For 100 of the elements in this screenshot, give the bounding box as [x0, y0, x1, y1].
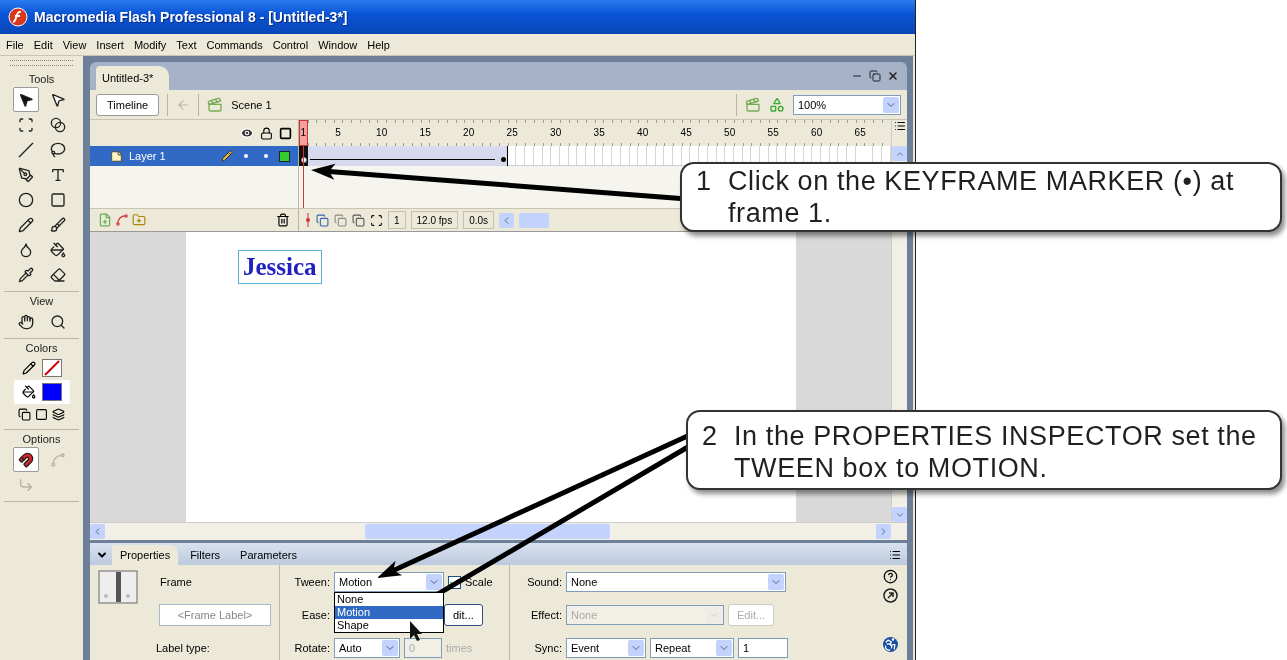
help-icon[interactable] [882, 569, 898, 584]
restore-icon[interactable] [869, 70, 881, 82]
frame-heading: Frame [160, 576, 192, 588]
tween-dropdown[interactable]: Motion [334, 572, 444, 592]
scroll-thumb[interactable] [519, 212, 550, 228]
zoom-icon [49, 313, 66, 330]
sound-dropdown[interactable]: None [566, 572, 786, 592]
window-title: Macromedia Flash Professional 8 - [Untitled-3*] [34, 9, 348, 25]
frame-number: 55 [767, 127, 779, 138]
rectangle-icon [49, 191, 66, 208]
curve-icon [49, 451, 66, 468]
field-label: Ease: [300, 609, 330, 621]
document-tab[interactable]: Untitled-3* [96, 66, 170, 90]
arrow-circle-icon[interactable] [882, 588, 898, 603]
scroll-thumb[interactable] [365, 524, 610, 539]
timeline-button[interactable]: Timeline [96, 93, 160, 116]
frame-number: 40 [637, 127, 649, 138]
menu-item[interactable]: Help [367, 38, 390, 51]
stroke-color-swatch[interactable] [41, 359, 62, 377]
menu-item[interactable]: Edit [33, 38, 53, 51]
panel-menu-icon[interactable] [889, 549, 901, 561]
layer-row[interactable]: Layer 1 [90, 146, 298, 166]
playhead-marker[interactable] [299, 120, 308, 146]
field-label: Sound: [526, 576, 562, 588]
hollow-arrow-icon [49, 91, 66, 108]
pen-icon [17, 166, 34, 183]
stage-text[interactable]: Jessica [238, 250, 322, 284]
menu-item[interactable]: Window [318, 38, 358, 51]
repeat-count-field[interactable]: 1 [738, 638, 788, 658]
panel-tab[interactable]: Parameters [232, 545, 305, 565]
lock-icon[interactable] [260, 126, 273, 140]
frame-number: 35 [593, 127, 605, 138]
add-folder-icon[interactable] [132, 213, 146, 227]
magnet-icon [17, 451, 34, 468]
fill-bucket-icon [21, 385, 36, 399]
no-color-icon[interactable] [35, 408, 48, 421]
menu-item[interactable]: Text [176, 38, 197, 51]
dropdown-option[interactable]: Motion [335, 606, 443, 619]
rotate-dropdown[interactable]: Auto [334, 638, 400, 658]
menu-item[interactable]: File [6, 38, 24, 51]
accessibility-icon[interactable] [882, 637, 898, 652]
app-logo-icon [8, 7, 28, 27]
field-label: Rotate: [293, 642, 330, 654]
panel-tab[interactable]: Properties [112, 545, 179, 565]
motion-tween-span[interactable] [307, 146, 508, 166]
hand-icon [17, 313, 34, 330]
eye-icon[interactable] [240, 126, 254, 140]
panel-tab[interactable]: Filters [182, 545, 229, 565]
panel-grip[interactable] [10, 60, 73, 66]
fill-color-swatch[interactable] [41, 383, 62, 401]
menu-item[interactable]: View [62, 38, 87, 51]
arrow-pointer-icon [17, 91, 34, 108]
frame-number: 1 [300, 127, 307, 138]
layer-icon [110, 149, 123, 163]
panel-section-title: View [29, 294, 54, 309]
unlocked-dot-icon[interactable] [264, 154, 268, 158]
pencil-icon [17, 216, 34, 233]
menu-item[interactable]: Commands [206, 38, 263, 51]
menu-item[interactable]: Insert [96, 38, 124, 51]
outline-icon[interactable] [279, 126, 292, 140]
eraser-icon [49, 266, 66, 283]
default-colors-icon[interactable] [18, 408, 31, 421]
frame-number: 50 [724, 127, 736, 138]
gradient-icon [49, 116, 66, 133]
layer-color-square[interactable] [279, 150, 290, 162]
menu-item[interactable]: Modify [133, 38, 167, 51]
frame-number: 10 [376, 127, 388, 138]
mouse-cursor-icon [410, 621, 422, 641]
pencil-icon [221, 150, 233, 162]
frame-label-field[interactable]: <Frame Label> [159, 604, 271, 626]
paint-bucket-icon [49, 241, 66, 258]
repeat-dropdown[interactable]: Repeat [650, 638, 734, 658]
brush-icon [49, 216, 66, 233]
clapperboard-icon [207, 96, 224, 113]
current-frame-field: 1 [388, 211, 406, 229]
checkbox-label: Scale [465, 576, 493, 588]
center-frame-icon[interactable] [305, 213, 311, 227]
menu-item[interactable]: Control [272, 38, 309, 51]
step-number: 2 [702, 420, 719, 452]
layer-name: Layer 1 [129, 150, 167, 162]
field-label: Effect: [530, 609, 562, 621]
trash-icon[interactable] [276, 213, 290, 227]
frame-number: 45 [680, 127, 692, 138]
zoom-dropdown[interactable]: 100% [793, 94, 901, 115]
close-icon[interactable] [887, 70, 899, 82]
visible-dot-icon[interactable] [244, 154, 248, 158]
frame-number: 30 [550, 127, 562, 138]
scene-label: Scene 1 [231, 98, 272, 111]
tool-button[interactable] [12, 87, 39, 112]
eyedropper-icon [17, 266, 34, 283]
field-label: times [446, 642, 473, 654]
tool-button[interactable] [12, 447, 39, 472]
field-label: Label type: [156, 642, 210, 654]
lasso-icon [49, 141, 66, 158]
frame-number: 60 [811, 127, 823, 138]
frame-rate-field: 12.0 fps [410, 211, 459, 229]
sync-dropdown[interactable]: Event [566, 638, 646, 658]
edit-button[interactable]: dit... [444, 604, 483, 626]
timeline-menu-icon[interactable] [893, 120, 906, 132]
transform-frame-icon [17, 116, 34, 133]
